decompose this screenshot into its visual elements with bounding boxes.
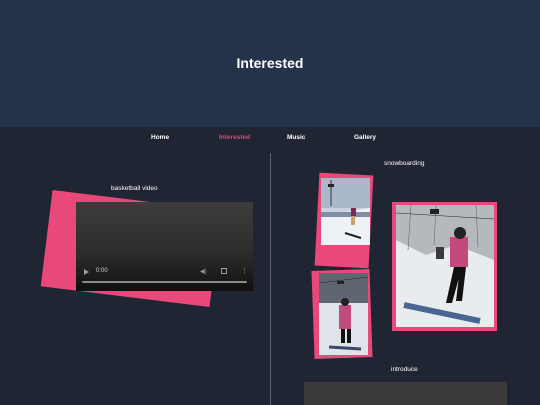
- volume-icon[interactable]: ◀): [200, 268, 207, 275]
- introduce-box: [304, 382, 507, 405]
- video-time: 0:00: [96, 268, 108, 274]
- basketball-video-label: basketball video: [111, 185, 158, 192]
- page-title: Interested: [236, 54, 304, 71]
- snowboard-photo-2: [319, 273, 368, 355]
- column-divider: [270, 153, 271, 405]
- play-icon[interactable]: [84, 269, 89, 275]
- main-nav: Home Interested Music Gallery: [0, 134, 540, 146]
- snowboard-photo-1: [321, 178, 370, 245]
- video-controls: 0:00 ◀) ⋮: [76, 265, 253, 287]
- nav-home[interactable]: Home: [151, 134, 169, 141]
- page-header: Interested: [0, 0, 540, 127]
- basketball-video-player[interactable]: 0:00 ◀) ⋮: [76, 202, 253, 291]
- snowboarding-label: snowboarding: [384, 160, 425, 167]
- nav-music[interactable]: Music: [287, 134, 305, 141]
- snowboard-photo-3: [396, 205, 494, 327]
- video-progress-bar[interactable]: [82, 281, 247, 283]
- introduce-label: introduce: [391, 366, 418, 373]
- more-icon[interactable]: ⋮: [241, 267, 248, 275]
- fullscreen-icon[interactable]: [221, 268, 227, 274]
- nav-interested[interactable]: Interested: [219, 134, 250, 141]
- nav-gallery[interactable]: Gallery: [354, 134, 376, 141]
